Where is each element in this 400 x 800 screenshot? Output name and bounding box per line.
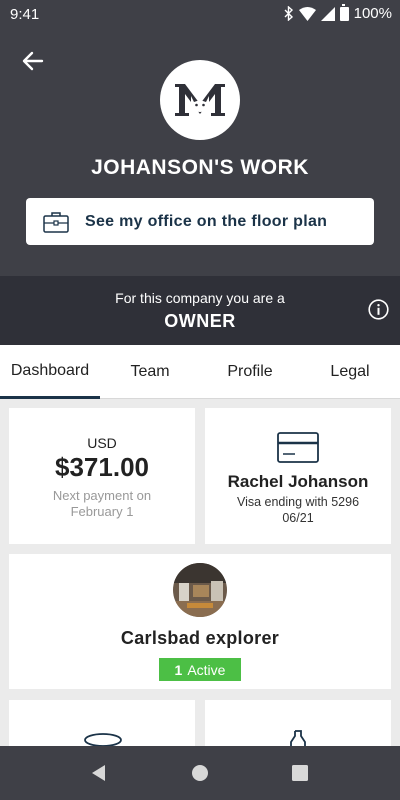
tab-dashboard[interactable]: Dashboard bbox=[0, 345, 100, 399]
system-nav-bar bbox=[0, 746, 400, 800]
company-logo bbox=[160, 60, 240, 140]
nav-recents-icon[interactable] bbox=[290, 763, 310, 783]
status-bar: 9:41 100% bbox=[0, 0, 400, 30]
signal-icon bbox=[320, 6, 335, 21]
next-payment-label: Next payment on bbox=[52, 488, 152, 503]
company-header: JOHANSON'S WORK See my office on the flo… bbox=[0, 30, 400, 276]
briefcase-icon bbox=[43, 211, 69, 233]
payment-amount: $371.00 bbox=[55, 452, 149, 482]
office-photo bbox=[173, 563, 227, 617]
cat-monogram-logo bbox=[175, 84, 225, 116]
next-payment: Next payment on February 1 bbox=[9, 488, 195, 520]
floor-plan-button[interactable]: See my office on the floor plan bbox=[26, 198, 374, 245]
back-arrow-icon[interactable] bbox=[20, 48, 46, 74]
info-icon[interactable] bbox=[368, 299, 389, 320]
credit-card-card[interactable]: Rachel Johanson Visa ending with 5296 06… bbox=[205, 408, 391, 544]
supplies-card[interactable] bbox=[205, 700, 391, 746]
card-holder: Rachel Johanson bbox=[227, 472, 369, 491]
tab-team[interactable]: Team bbox=[100, 345, 200, 399]
plan-card[interactable]: Carlsbad explorer 1 Active bbox=[9, 554, 391, 689]
credit-card-icon bbox=[277, 432, 319, 463]
status-icons: 100% bbox=[284, 3, 392, 22]
active-badge: 1 Active bbox=[159, 658, 241, 681]
battery-icon bbox=[339, 3, 349, 21]
plan-name: Carlsbad explorer bbox=[120, 628, 280, 648]
nav-home-icon[interactable] bbox=[190, 763, 210, 783]
plan-photo bbox=[173, 563, 227, 617]
floor-plan-button-label: See my office on the floor plan bbox=[85, 212, 328, 230]
card-expiry: 06/21 bbox=[282, 511, 314, 525]
tab-profile[interactable]: Profile bbox=[200, 345, 300, 399]
status-time: 9:41 bbox=[10, 6, 40, 23]
payment-card[interactable]: USD $371.00 Next payment on February 1 bbox=[9, 408, 195, 544]
company-name: JOHANSON'S WORK bbox=[91, 156, 309, 179]
tab-legal[interactable]: Legal bbox=[300, 345, 400, 399]
active-label: Active bbox=[187, 661, 226, 678]
card-ending: Visa ending with 5296 bbox=[236, 495, 360, 509]
role-prefix: For this company you are a bbox=[115, 290, 285, 306]
next-payment-date: February 1 bbox=[70, 504, 134, 519]
database-icon bbox=[84, 733, 122, 746]
storage-card[interactable] bbox=[9, 700, 195, 746]
payment-currency: USD bbox=[87, 435, 117, 451]
bluetooth-icon bbox=[284, 6, 293, 21]
nav-back-icon[interactable] bbox=[89, 763, 109, 783]
tab-bar: Dashboard Team Profile Legal bbox=[0, 345, 400, 399]
wifi-icon bbox=[298, 6, 316, 21]
active-count: 1 bbox=[174, 661, 183, 678]
battery-percent: 100% bbox=[353, 5, 392, 22]
bottle-icon bbox=[290, 730, 306, 746]
role-value: OWNER bbox=[164, 311, 236, 331]
card-details: Visa ending with 5296 06/21 bbox=[205, 494, 391, 526]
role-bar: For this company you are a OWNER bbox=[0, 276, 400, 345]
